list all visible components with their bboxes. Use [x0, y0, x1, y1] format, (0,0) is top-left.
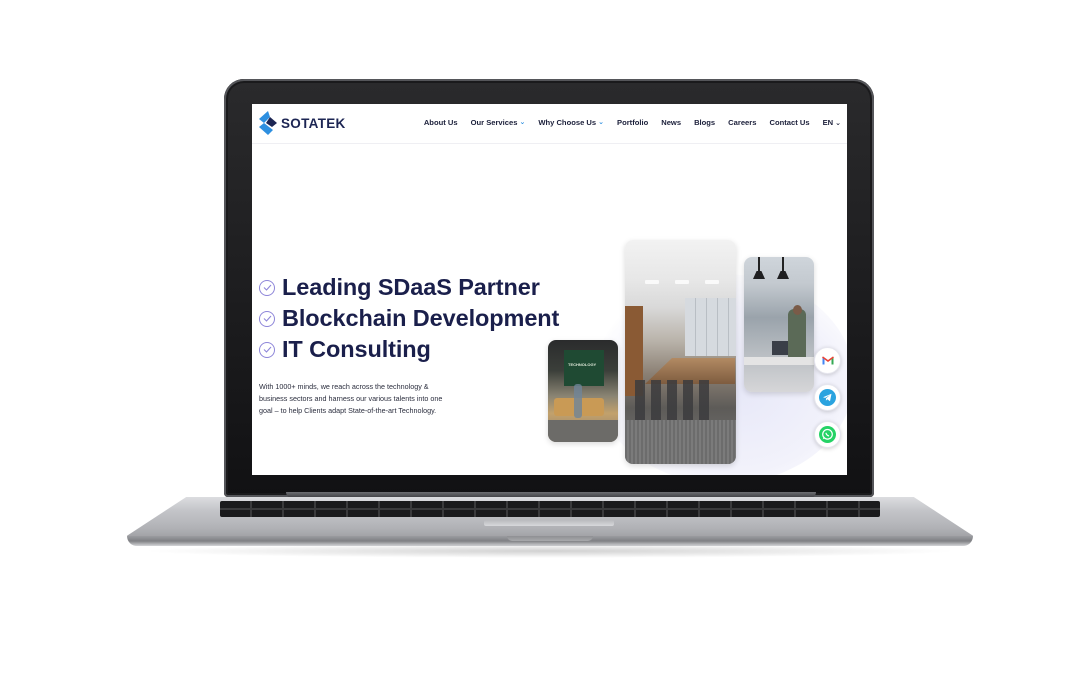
main-nav: About Us Our Services ⌄ Why Choose Us ⌄ …	[411, 118, 841, 127]
pendant-lamp-cord	[782, 257, 784, 271]
logo-text: SOTATEK	[281, 115, 346, 131]
telegram-button[interactable]	[814, 384, 841, 411]
nav-contact-us-label: Contact Us	[769, 118, 810, 127]
language-label: EN	[822, 118, 834, 127]
meeting-room-photo	[625, 240, 736, 464]
hero-intro-text: With 1000+ minds, we reach across the te…	[259, 382, 443, 416]
person-head-shape	[793, 305, 802, 315]
hero-headline: IT Consulting	[282, 336, 431, 362]
nav-news[interactable]: News	[661, 118, 681, 127]
technology-sign: TECHNOLOGY	[564, 350, 604, 386]
ceiling-light	[645, 280, 659, 284]
nav-why-choose-us[interactable]: Why Choose Us ⌄	[538, 118, 604, 127]
laptop-notch	[507, 536, 593, 541]
nav-our-services-label: Our Services	[470, 118, 518, 127]
hero-headline: Leading SDaaS Partner	[282, 274, 540, 300]
nav-blogs[interactable]: Blogs	[694, 118, 715, 127]
hero-headline: Blockchain Development	[282, 305, 560, 331]
laptop-keyboard	[220, 501, 880, 517]
laptop-shadow	[140, 544, 960, 558]
window-shape	[685, 298, 736, 356]
nav-careers[interactable]: Careers	[728, 118, 756, 127]
chevron-down-icon: ⌄	[835, 119, 841, 127]
person-shape	[574, 384, 582, 418]
nav-careers-label: Careers	[728, 118, 757, 127]
person-shape	[788, 309, 806, 359]
chairs-shape	[635, 380, 715, 420]
nav-why-choose-us-label: Why Choose Us	[538, 118, 597, 127]
ceiling-light	[705, 280, 719, 284]
pendant-lamp-shade	[777, 271, 789, 279]
check-circle-icon	[259, 279, 275, 296]
hero-headline-row: Blockchain Development	[259, 303, 559, 334]
whatsapp-button[interactable]	[814, 421, 841, 448]
sotatek-logo-icon	[259, 111, 277, 135]
floating-contact-buttons	[814, 347, 841, 458]
pendant-lamp-shade	[753, 271, 765, 279]
nav-portfolio-label: Portfolio	[617, 118, 649, 127]
laptop-shape	[772, 341, 788, 355]
nav-about-us-label: About Us	[423, 118, 458, 127]
office-lounge-photo: TECHNOLOGY	[548, 340, 618, 442]
nav-portfolio[interactable]: Portfolio	[617, 118, 648, 127]
desk-shape	[744, 357, 814, 365]
gmail-icon	[821, 356, 834, 365]
pendant-lamp-cord	[758, 257, 760, 271]
laptop-screen: SOTATEK About Us Our Services ⌄ Why Choo…	[252, 104, 847, 475]
gmail-button[interactable]	[814, 347, 841, 374]
language-selector[interactable]: EN ⌄	[823, 118, 841, 127]
hero-headline-row: Leading SDaaS Partner	[259, 272, 559, 303]
ceiling-light	[675, 280, 689, 284]
carpet-shape	[625, 420, 736, 464]
telegram-icon	[819, 389, 836, 406]
check-circle-icon	[259, 310, 275, 327]
laptop-trackpad	[484, 520, 614, 526]
nav-about-us[interactable]: About Us	[424, 118, 458, 127]
hero-headline-row: IT Consulting	[259, 334, 559, 365]
check-circle-icon	[259, 341, 275, 358]
chevron-down-icon: ⌄	[598, 118, 604, 126]
nav-our-services[interactable]: Our Services ⌄	[471, 118, 526, 127]
nav-contact-us[interactable]: Contact Us	[769, 118, 809, 127]
technology-sign-text: TECHNOLOGY	[568, 362, 597, 367]
nav-blogs-label: Blogs	[694, 118, 716, 127]
workspace-photo	[744, 257, 814, 392]
nav-news-label: News	[661, 118, 682, 127]
chevron-down-icon: ⌄	[519, 118, 526, 126]
whatsapp-icon	[819, 426, 836, 443]
site-header: SOTATEK About Us Our Services ⌄ Why Choo…	[252, 104, 847, 144]
floor-shape	[548, 420, 618, 442]
hero-headlines: Leading SDaaS Partner Blockchain Develop…	[259, 272, 559, 365]
site-logo[interactable]: SOTATEK	[258, 110, 346, 136]
